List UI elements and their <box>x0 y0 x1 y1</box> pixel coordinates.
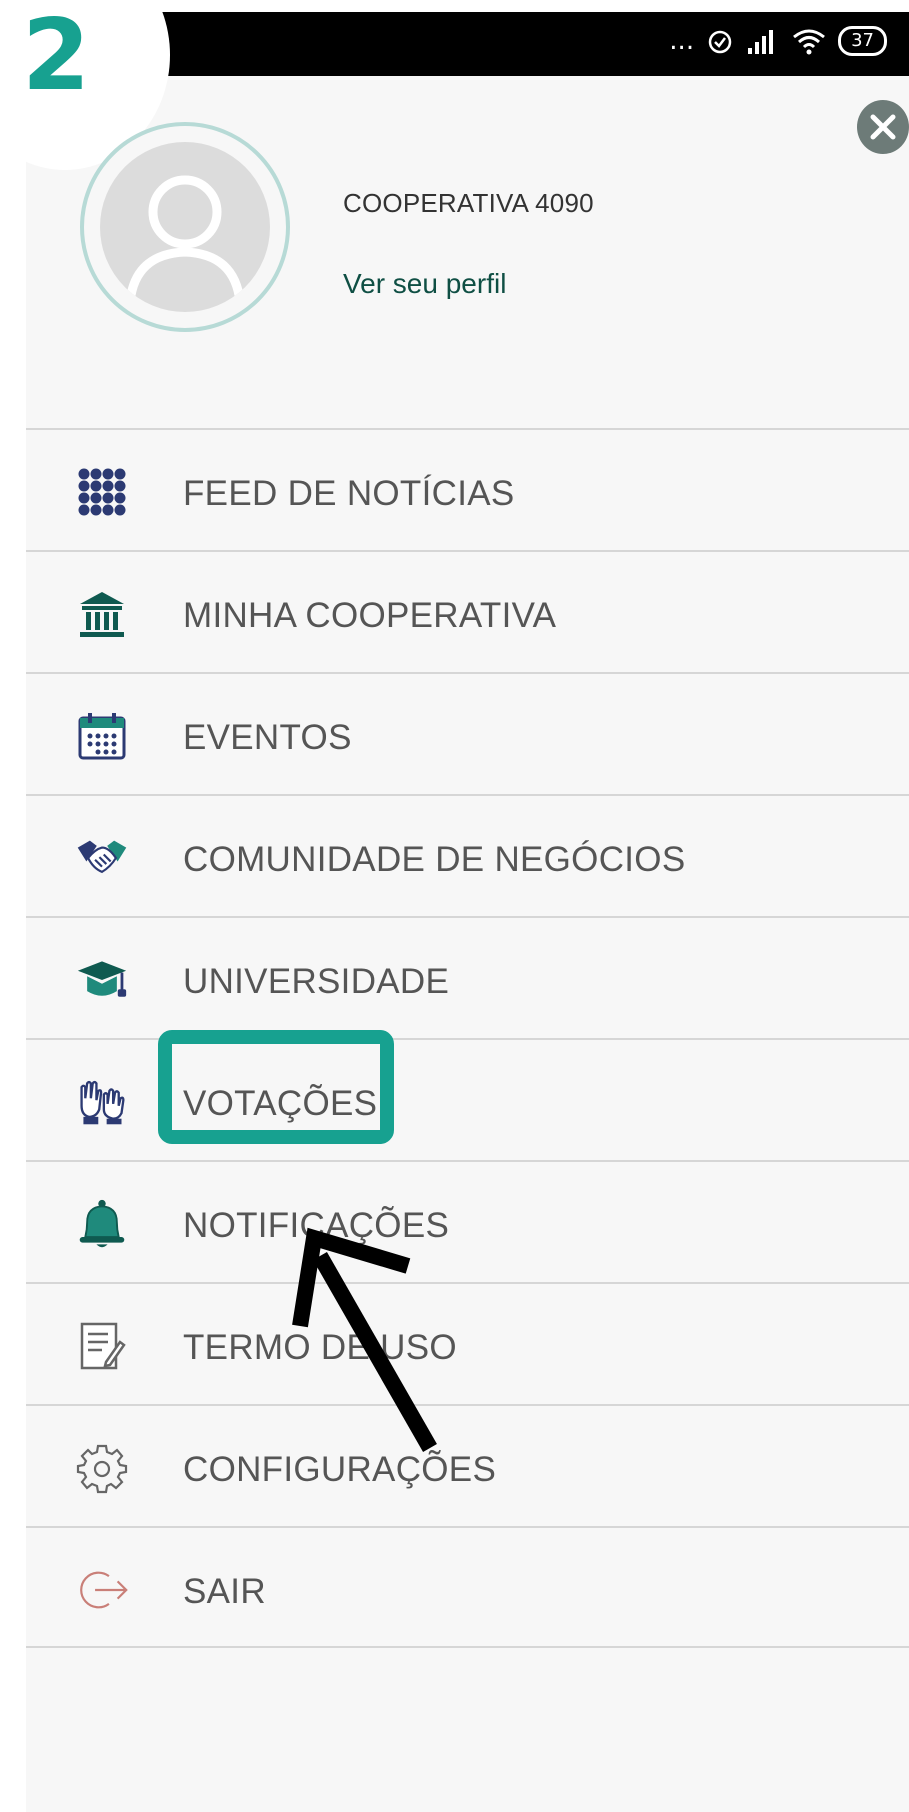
battery-indicator: 37 <box>838 26 887 56</box>
view-profile-link[interactable]: Ver seu perfil <box>343 268 506 300</box>
menu-item-label: CONFIGURAÇÕES <box>183 1450 497 1489</box>
menu-item-feed[interactable]: FEED DE NOTÍCIAS <box>26 428 909 550</box>
menu-item-sair[interactable]: SAIR <box>26 1526 909 1648</box>
menu-item-label: EVENTOS <box>183 718 352 757</box>
close-button[interactable] <box>857 100 909 154</box>
calendar-icon <box>76 710 128 762</box>
cooperative-name: COOPERATIVA 4090 <box>343 188 594 218</box>
raised-hands-icon <box>76 1076 128 1128</box>
document-icon <box>76 1320 128 1372</box>
menu-item-label: COMUNIDADE DE NEGÓCIOS <box>183 840 686 879</box>
alarm-icon <box>708 30 732 54</box>
highlight-box <box>158 1030 394 1144</box>
menu-item-universidade[interactable]: UNIVERSIDADE <box>26 916 909 1038</box>
menu-item-configuracoes[interactable]: CONFIGURAÇÕES <box>26 1404 909 1526</box>
menu-item-comunidade[interactable]: COMUNIDADE DE NEGÓCIOS <box>26 794 909 916</box>
avatar[interactable] <box>80 122 290 332</box>
wifi-icon <box>793 29 826 55</box>
grid-icon <box>76 466 128 518</box>
handshake-icon <box>76 832 128 884</box>
step-number: 2 <box>22 0 91 113</box>
bell-icon <box>76 1198 128 1250</box>
signal-icon <box>748 30 774 54</box>
bank-icon <box>76 588 128 640</box>
menu-item-termo-de-uso[interactable]: TERMO DE USO <box>26 1282 909 1404</box>
menu-item-label: SAIR <box>183 1572 266 1611</box>
user-icon <box>125 175 245 303</box>
logout-icon <box>76 1564 128 1616</box>
close-icon <box>870 114 896 140</box>
menu-item-label: UNIVERSIDADE <box>183 962 450 1001</box>
gear-icon <box>76 1442 128 1494</box>
menu-item-eventos[interactable]: EVENTOS <box>26 672 909 794</box>
pointer-arrow <box>292 1227 437 1452</box>
menu-item-label: FEED DE NOTÍCIAS <box>183 474 515 513</box>
menu-item-notificacoes[interactable]: NOTIFICAÇÕES <box>26 1160 909 1282</box>
more-dots: ... <box>669 26 695 56</box>
menu-item-minha-cooperativa[interactable]: MINHA COOPERATIVA <box>26 550 909 672</box>
menu-item-label: MINHA COOPERATIVA <box>183 596 557 635</box>
graduation-cap-icon <box>76 954 128 1006</box>
